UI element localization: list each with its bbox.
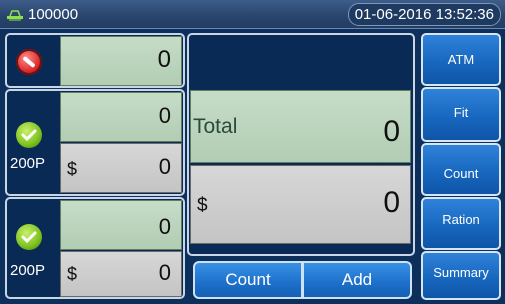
row-3-denomination: 200P [10,262,46,279]
serial-display: 100000 [6,4,78,24]
stop-icon [16,49,42,75]
total-count-box[interactable]: Total 0 [190,90,411,163]
count-mode-button[interactable]: Count [421,143,501,196]
row-3-amount: 0 [158,260,171,285]
row-3-panel: 200P 0 $ 0 [5,197,185,299]
check-icon [16,224,42,250]
add-button[interactable]: Add [303,261,412,299]
total-currency: $ [197,195,208,216]
summary-button[interactable]: Summary [421,251,501,300]
ration-button[interactable]: Ration [421,197,501,250]
row-2-currency: $ [67,159,78,179]
row-3-amount-box[interactable]: $ 0 [60,251,182,297]
row-3-count-box[interactable]: 0 [60,200,182,250]
datetime-display: 01-06-2016 13:52:36 [347,3,501,26]
row-1-panel: 0 [5,33,185,88]
total-panel: Total 0 $ 0 [187,33,415,256]
row-2-count-box[interactable]: 0 [60,92,182,142]
row-3-currency: $ [67,264,78,284]
count-button[interactable]: Count [193,261,303,299]
row-3-count: 0 [158,214,171,239]
total-amount: 0 [383,186,400,219]
row-2-amount-box[interactable]: $ 0 [60,143,182,193]
row-2-panel: 200P 0 $ 0 [5,89,185,196]
serial-number: 100000 [28,5,79,23]
total-label: Total [193,115,238,138]
atm-button[interactable]: ATM [421,33,501,86]
check-icon [16,122,42,148]
row-2-denomination: 200P [10,155,46,172]
row-2-amount: 0 [158,154,171,179]
row-2-count: 0 [158,103,171,128]
top-bar: 100000 01-06-2016 13:52:36 [0,0,505,29]
row-1-count-box[interactable]: 0 [60,36,182,86]
total-count: 0 [383,115,400,148]
fit-button[interactable]: Fit [421,87,501,142]
machine-icon [6,7,24,21]
row-1-count: 0 [157,46,171,73]
total-amount-box[interactable]: $ 0 [190,165,411,244]
